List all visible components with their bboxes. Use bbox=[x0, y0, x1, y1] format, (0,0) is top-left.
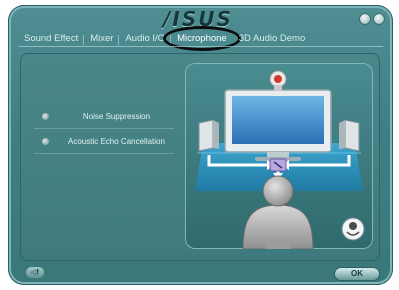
asus-logo: /ISUS bbox=[163, 7, 233, 31]
title-bar: /ISUS bbox=[48, 7, 348, 31]
left-speaker-icon bbox=[198, 119, 219, 152]
tab-microphone[interactable]: Microphone bbox=[163, 25, 241, 51]
tab-audio-io[interactable]: Audio I/O bbox=[119, 33, 171, 45]
ok-button[interactable]: OK bbox=[334, 267, 380, 281]
tab-sound-effect[interactable]: Sound Effect bbox=[18, 33, 85, 45]
tab-divider bbox=[18, 46, 383, 47]
mic-badge-icon bbox=[341, 217, 365, 241]
tab-mixer[interactable]: Mixer bbox=[84, 33, 120, 45]
right-speaker-icon bbox=[339, 119, 360, 152]
option-label: Acoustic Echo Cancellation bbox=[68, 136, 165, 146]
option-noise-suppression[interactable]: Noise Suppression bbox=[34, 105, 174, 129]
microphone-illustration bbox=[185, 63, 373, 249]
microphone-options: Noise Suppression Acoustic Echo Cancella… bbox=[34, 105, 174, 154]
audio-manager-window: /ISUS Sound Effect Mixer Audio I/O Micro… bbox=[8, 5, 393, 285]
illustration-svg bbox=[185, 63, 373, 249]
tab-microphone-label: Microphone bbox=[177, 32, 227, 44]
radio-button[interactable] bbox=[42, 112, 49, 120]
footer-bar: ◁! OK bbox=[20, 267, 380, 281]
window-controls bbox=[359, 13, 385, 25]
divider bbox=[34, 153, 174, 154]
tab-3d-audio-demo[interactable]: 3D Audio Demo bbox=[233, 33, 312, 44]
close-button[interactable] bbox=[373, 13, 385, 25]
option-label: Noise Suppression bbox=[82, 111, 151, 121]
divider bbox=[34, 128, 174, 129]
option-acoustic-echo-cancellation[interactable]: Acoustic Echo Cancellation bbox=[34, 130, 174, 154]
radio-button[interactable] bbox=[42, 137, 49, 145]
filter-icon bbox=[269, 158, 287, 172]
help-button[interactable]: ◁! bbox=[26, 267, 44, 278]
tab-bar: Sound Effect Mixer Audio I/O Microphone … bbox=[18, 25, 312, 51]
monitor-icon bbox=[224, 89, 332, 161]
minimize-button[interactable] bbox=[359, 13, 371, 25]
microphone-panel: Noise Suppression Acoustic Echo Cancella… bbox=[20, 53, 380, 261]
